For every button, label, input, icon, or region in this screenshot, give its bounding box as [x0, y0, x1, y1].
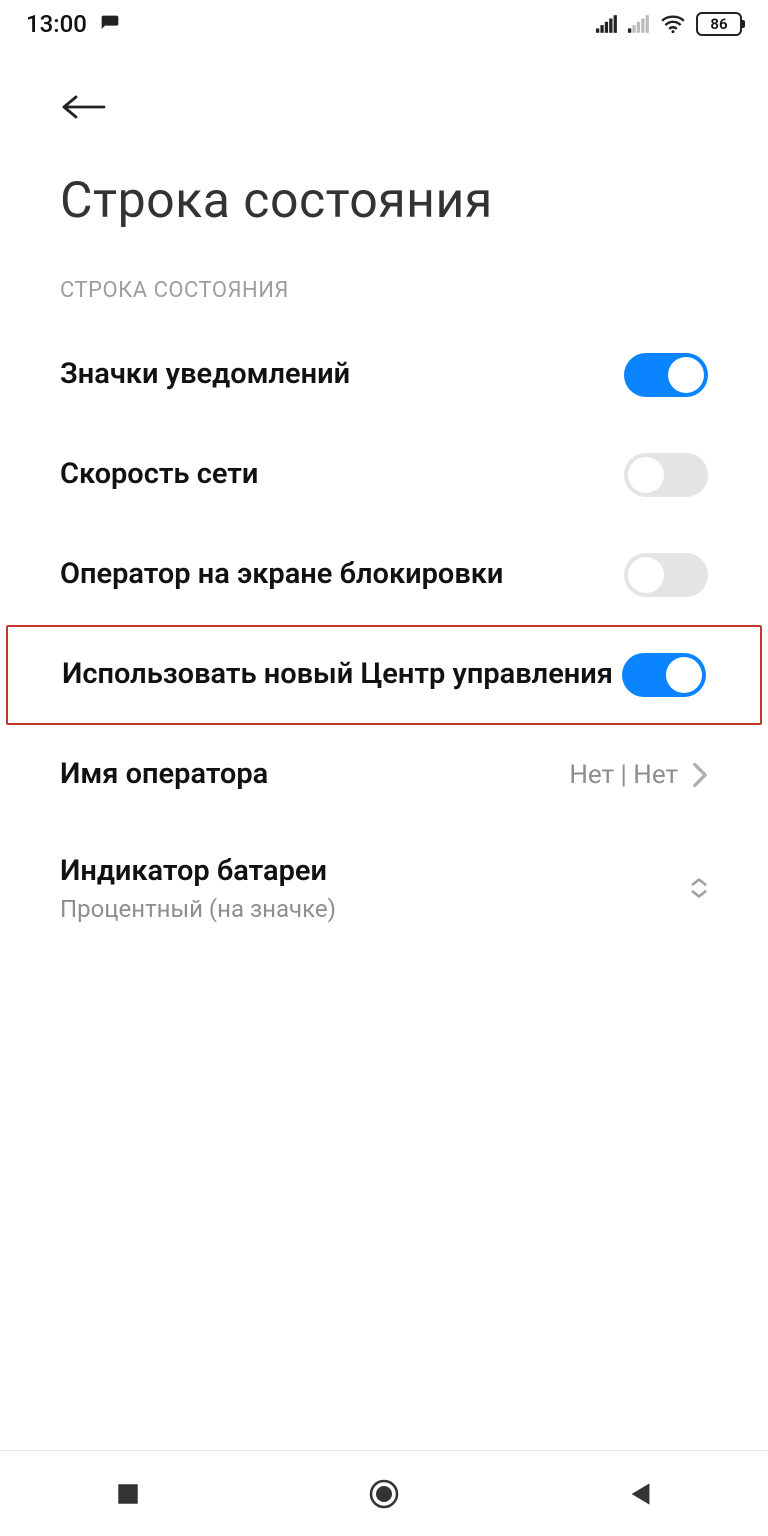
row-new-control-center[interactable]: Использовать новый Центр управления — [6, 625, 762, 725]
toggle-notification-icons[interactable] — [624, 353, 708, 397]
battery-level: 86 — [710, 15, 727, 33]
signal-2-icon — [628, 15, 650, 33]
page-title: Строка состояния — [0, 136, 768, 266]
nav-recent-button[interactable] — [88, 1481, 168, 1507]
row-sublabel: Процентный (на значке) — [60, 895, 690, 923]
back-button[interactable] — [60, 107, 108, 126]
updown-icon[interactable] — [690, 877, 708, 899]
section-header: СТРОКА СОСТОЯНИЯ — [0, 266, 768, 325]
notification-icon — [99, 14, 121, 34]
row-carrier-lockscreen[interactable]: Оператор на экране блокировки — [0, 525, 768, 625]
toggle-new-control-center[interactable] — [622, 653, 706, 697]
row-label: Имя оператора — [60, 756, 569, 794]
nav-back-button[interactable] — [600, 1481, 680, 1507]
row-label: Значки уведомлений — [60, 356, 624, 394]
nav-home-button[interactable] — [344, 1477, 424, 1511]
wifi-icon — [660, 14, 686, 34]
nav-bar — [0, 1450, 768, 1536]
status-bar: 13:00 86 — [0, 0, 768, 48]
row-network-speed[interactable]: Скорость сети — [0, 425, 768, 525]
row-battery-indicator[interactable]: Индикатор батареи Процентный (на значке) — [0, 825, 768, 951]
chevron-right-icon — [692, 762, 708, 788]
toggle-network-speed[interactable] — [624, 453, 708, 497]
row-value: Нет | Нет — [569, 760, 678, 790]
row-label: Использовать новый Центр управления — [62, 656, 622, 694]
status-time: 13:00 — [26, 10, 87, 38]
signal-1-icon — [596, 15, 618, 33]
top-bar — [0, 48, 768, 136]
settings-list: Значки уведомлений Скорость сети Операто… — [0, 325, 768, 951]
row-label: Индикатор батареи — [60, 853, 690, 891]
row-carrier-name[interactable]: Имя оператора Нет | Нет — [0, 725, 768, 825]
row-notification-icons[interactable]: Значки уведомлений — [0, 325, 768, 425]
row-label: Скорость сети — [60, 456, 624, 494]
row-label: Оператор на экране блокировки — [60, 556, 624, 594]
battery-icon: 86 — [696, 12, 742, 36]
toggle-carrier-lockscreen[interactable] — [624, 553, 708, 597]
